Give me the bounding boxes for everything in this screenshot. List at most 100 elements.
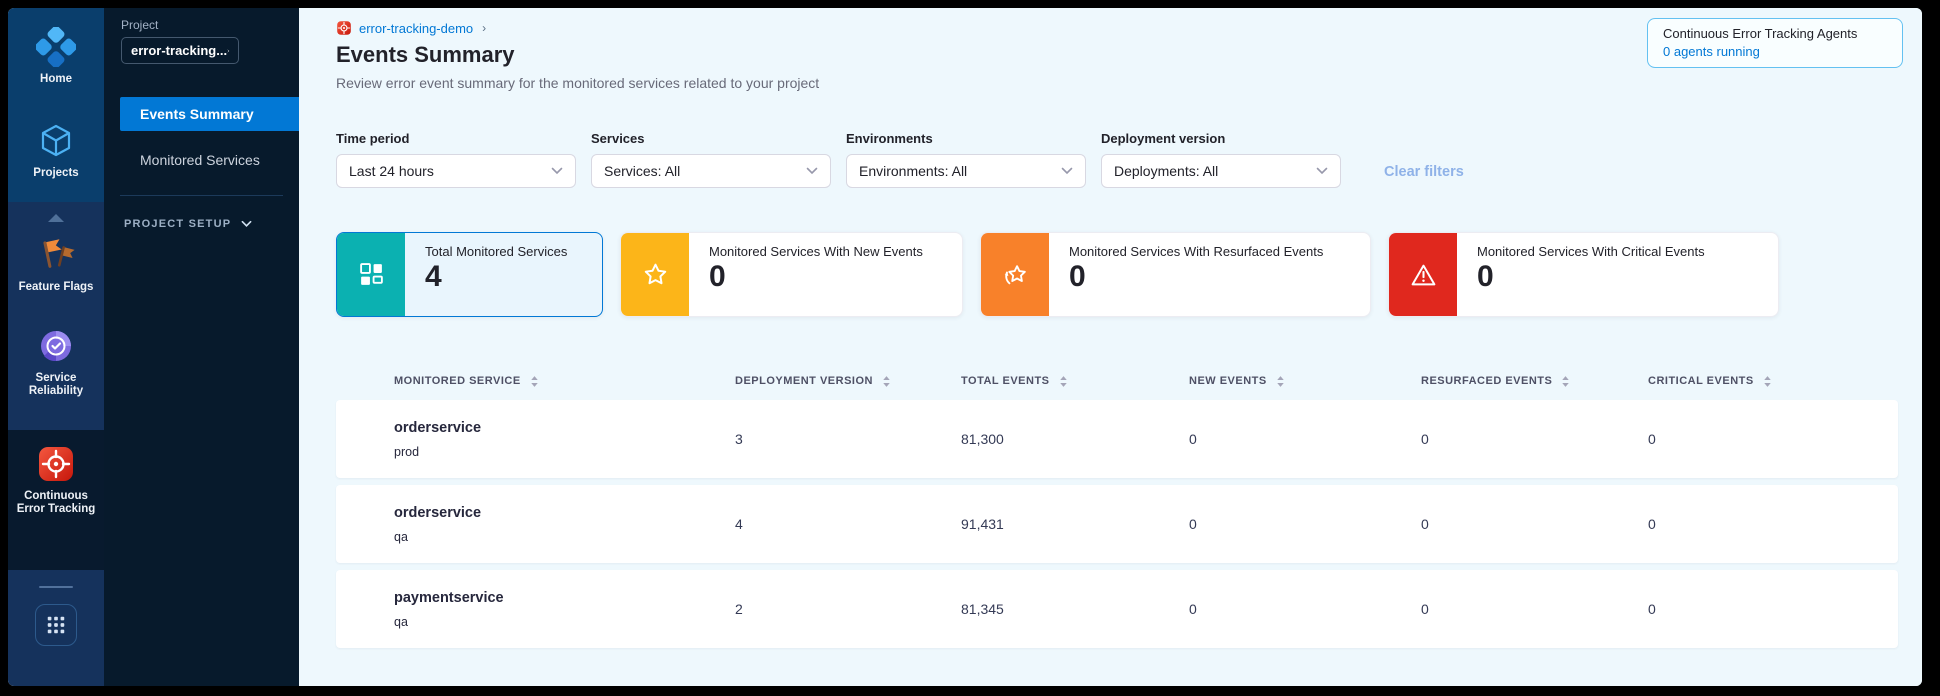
sort-icon: [1561, 375, 1570, 388]
module-nav-scroll-area: Feature Flags Service Reliability: [8, 202, 104, 430]
summary-cards: Total Monitored Services 4 Monitored Ser…: [336, 232, 1922, 317]
resurfaced-events-cell: 0: [1421, 601, 1648, 617]
nav-item-label: Events Summary: [140, 106, 254, 122]
grid-icon: [358, 261, 385, 288]
service-cell: paymentservice qa: [394, 590, 735, 629]
sidebar-item-home[interactable]: Home: [8, 18, 104, 95]
critical-events-cell: 0: [1648, 601, 1898, 617]
filter-label: Deployment version: [1101, 131, 1341, 146]
chevron-down-icon: [1316, 167, 1328, 175]
chevron-down-icon: [551, 167, 563, 175]
nav-resize-handle[interactable]: [39, 586, 73, 588]
breadcrumb-project-link[interactable]: error-tracking-demo: [359, 21, 473, 36]
clear-filters-button[interactable]: Clear filters: [1384, 164, 1464, 180]
environments-dropdown[interactable]: Environments: All: [846, 154, 1086, 188]
resurfaced-events-cell: 0: [1421, 516, 1648, 532]
module-nav-selected: Continuous Error Tracking: [8, 430, 104, 570]
sort-icon: [530, 375, 539, 388]
sidebar-item-service-reliability[interactable]: Service Reliability: [8, 317, 104, 407]
project-selector-value: error-tracking...: [131, 43, 227, 58]
card-total-monitored-services[interactable]: Total Monitored Services 4: [336, 232, 603, 317]
deployment-version-cell: 4: [735, 516, 961, 532]
sidebar-item-feature-flags[interactable]: Feature Flags: [8, 226, 104, 303]
table-row[interactable]: orderservice qa 4 91,431 0 0 0: [336, 485, 1898, 563]
filter-label: Services: [591, 131, 831, 146]
column-header-label: New Events: [1189, 375, 1267, 387]
projects-icon: [36, 121, 76, 161]
column-header-label: Monitored Service: [394, 375, 521, 387]
sort-icon: [1059, 375, 1068, 388]
main-content: error-tracking-demo › Events Summary Rev…: [299, 8, 1922, 686]
new-events-cell: 0: [1189, 601, 1421, 617]
filter-label: Environments: [846, 131, 1086, 146]
chevron-down-icon: [241, 220, 252, 228]
scroll-up-button[interactable]: [8, 202, 104, 226]
app-window: Home Projects Feature Flags: [8, 8, 1922, 686]
deployments-dropdown[interactable]: Deployments: All: [1101, 154, 1341, 188]
service-name: orderservice: [394, 420, 735, 436]
service-name: paymentservice: [394, 590, 735, 606]
card-new-events[interactable]: Monitored Services With New Events 0: [620, 232, 963, 317]
card-icon-chip: [1389, 233, 1457, 316]
agents-panel[interactable]: Continuous Error Tracking Agents 0 agent…: [1647, 18, 1903, 68]
column-header-resurfaced-events[interactable]: Resurfaced Events: [1421, 375, 1648, 388]
divider: [120, 195, 283, 196]
sidebar-item-continuous-error-tracking[interactable]: Continuous Error Tracking: [8, 430, 104, 525]
service-cell: orderservice prod: [394, 420, 735, 459]
dropdown-value: Deployments: All: [1114, 163, 1218, 179]
agents-running-link[interactable]: 0 agents running: [1663, 44, 1887, 59]
chevron-down-icon: [1061, 167, 1073, 175]
total-events-cell: 81,300: [961, 431, 1189, 447]
project-sidebar: Project error-tracking... Events Summary…: [104, 8, 299, 686]
service-environment: prod: [394, 445, 735, 459]
nav-item-label: Monitored Services: [140, 152, 260, 168]
column-header-label: Resurfaced Events: [1421, 375, 1552, 387]
events-table: Monitored Service Deployment Version Tot…: [336, 362, 1898, 648]
all-modules-button[interactable]: [35, 604, 77, 646]
sidebar-item-projects[interactable]: Projects: [8, 112, 104, 189]
card-critical-events[interactable]: Monitored Services With Critical Events …: [1388, 232, 1779, 317]
critical-events-cell: 0: [1648, 431, 1898, 447]
module-nav-top: Home Projects: [8, 8, 104, 202]
sidebar-item-label: Projects: [33, 167, 78, 180]
sort-icon: [882, 375, 891, 388]
column-header-total-events[interactable]: Total Events: [961, 375, 1189, 388]
table-row[interactable]: paymentservice qa 2 81,345 0 0 0: [336, 570, 1898, 648]
sort-icon: [1276, 375, 1285, 388]
sidebar-item-label: Service Reliability: [11, 372, 101, 398]
module-nav-bottom: [8, 570, 104, 686]
filter-environments: Environments Environments: All: [846, 131, 1086, 188]
sidebar-item-monitored-services[interactable]: Monitored Services: [120, 143, 299, 177]
card-label: Total Monitored Services: [425, 244, 567, 259]
sidebar-item-label: Feature Flags: [19, 281, 94, 294]
module-sidebar: Home Projects Feature Flags: [8, 8, 104, 686]
card-resurfaced-events[interactable]: Monitored Services With Resurfaced Event…: [980, 232, 1371, 317]
column-header-deployment-version[interactable]: Deployment Version: [735, 375, 961, 388]
service-name: orderservice: [394, 505, 735, 521]
agents-panel-title: Continuous Error Tracking Agents: [1663, 26, 1887, 41]
column-header-new-events[interactable]: New Events: [1189, 375, 1421, 388]
project-setup-section[interactable]: PROJECT SETUP: [124, 218, 299, 230]
card-label: Monitored Services With Resurfaced Event…: [1069, 244, 1323, 259]
error-tracking-icon: [36, 444, 76, 484]
table-row[interactable]: orderservice prod 3 81,300 0 0 0: [336, 400, 1898, 478]
time-period-dropdown[interactable]: Last 24 hours: [336, 154, 576, 188]
column-header-critical-events[interactable]: Critical Events: [1648, 375, 1898, 388]
column-header-monitored-service[interactable]: Monitored Service: [394, 375, 735, 388]
critical-events-cell: 0: [1648, 516, 1898, 532]
column-header-label: Deployment Version: [735, 375, 873, 387]
column-header-label: Critical Events: [1648, 375, 1754, 387]
star-icon: [642, 261, 669, 288]
project-selector[interactable]: error-tracking...: [121, 37, 239, 64]
services-dropdown[interactable]: Services: All: [591, 154, 831, 188]
filter-time-period: Time period Last 24 hours: [336, 131, 576, 188]
service-cell: orderservice qa: [394, 505, 735, 544]
card-icon-chip: [337, 233, 405, 316]
filter-deployment-version: Deployment version Deployments: All: [1101, 131, 1341, 188]
sidebar-item-label: Home: [40, 73, 72, 86]
total-events-cell: 91,431: [961, 516, 1189, 532]
sidebar-item-events-summary[interactable]: Events Summary: [120, 97, 299, 131]
card-icon-chip: [621, 233, 689, 316]
sidebar-item-label: Continuous Error Tracking: [11, 490, 101, 516]
card-value: 0: [709, 260, 923, 293]
